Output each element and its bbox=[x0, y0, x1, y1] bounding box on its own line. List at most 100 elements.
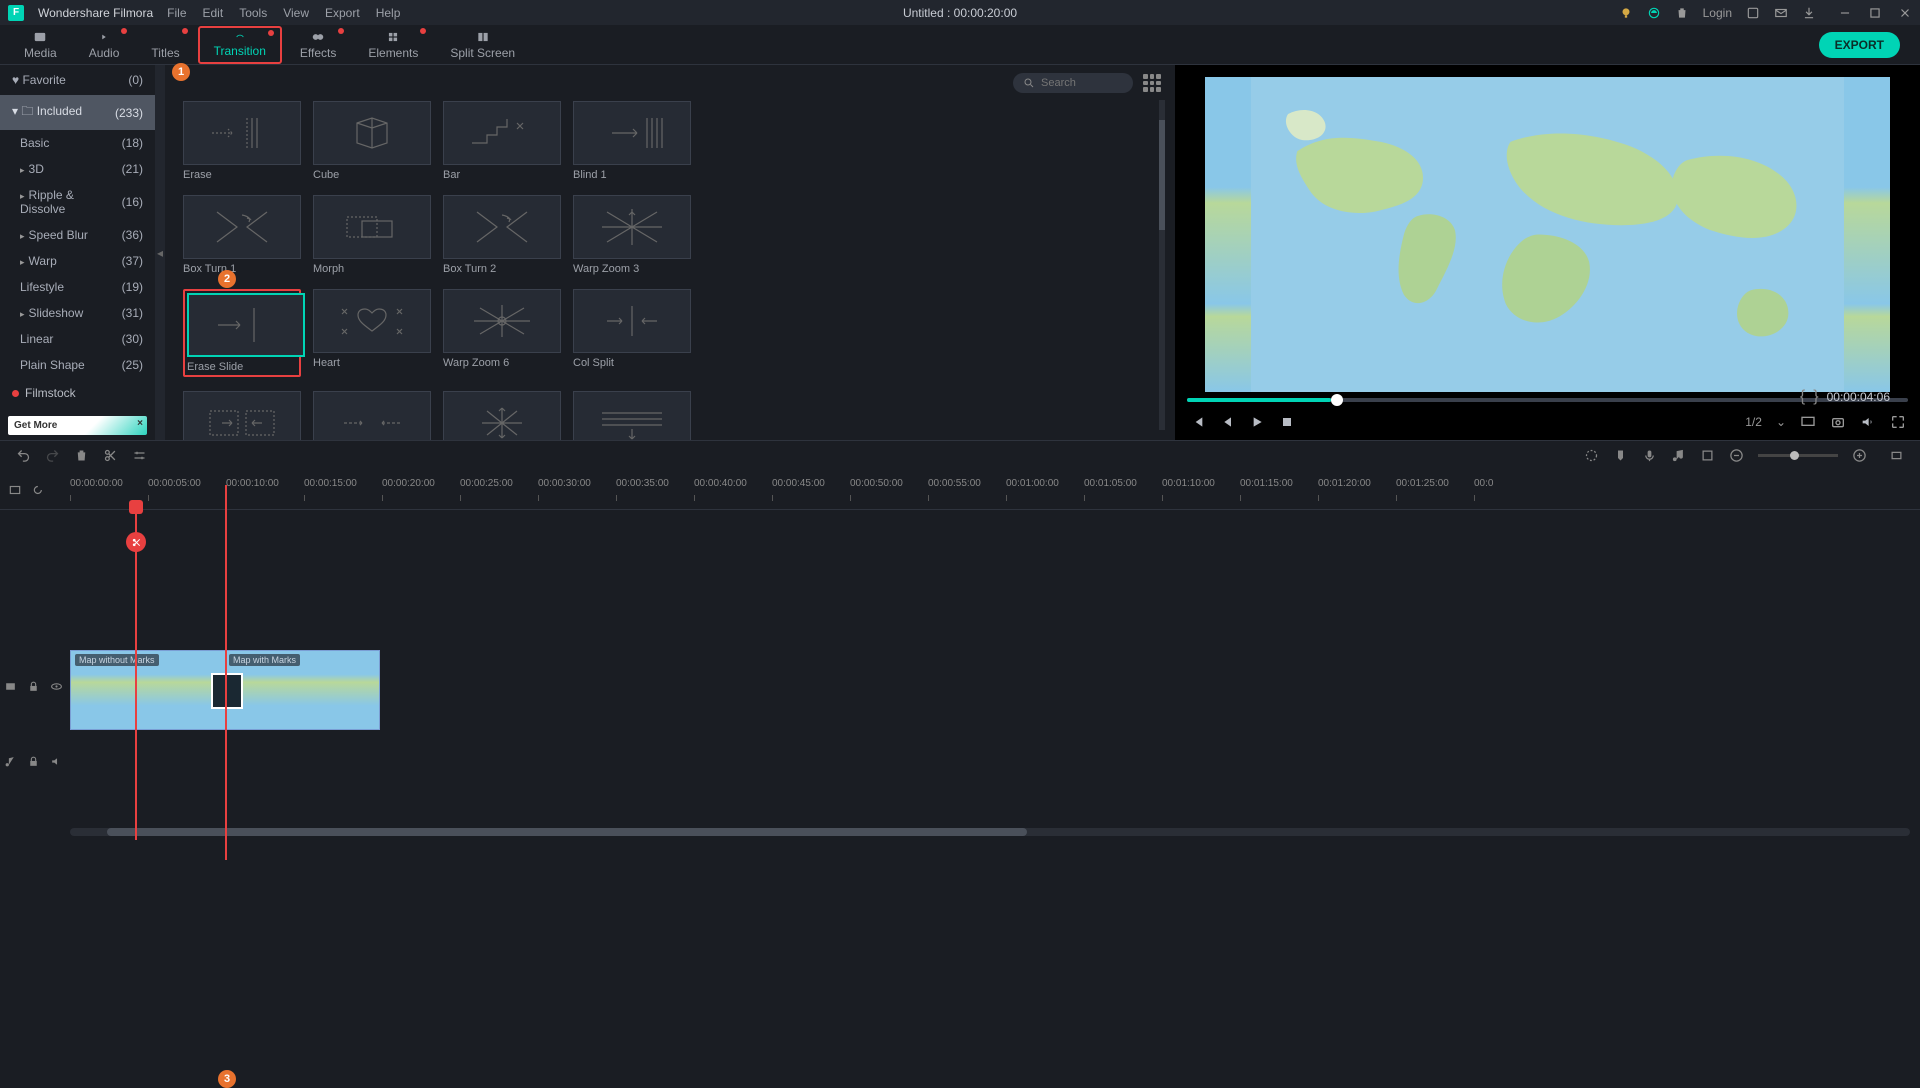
search-box[interactable] bbox=[1013, 73, 1133, 93]
export-button[interactable]: EXPORT bbox=[1819, 32, 1900, 58]
transition-extra-4[interactable] bbox=[573, 391, 691, 440]
transition-cube[interactable]: Cube bbox=[313, 101, 431, 181]
transition-morph[interactable]: Morph bbox=[313, 195, 431, 275]
sidebar-item-warp[interactable]: ▸Warp(37) bbox=[0, 248, 155, 274]
mail-icon[interactable] bbox=[1774, 6, 1788, 20]
timeline-ruler[interactable]: 00:00:00:0000:00:05:0000:00:10:0000:00:1… bbox=[0, 470, 1920, 510]
delete-icon[interactable] bbox=[74, 448, 89, 463]
video-preview[interactable] bbox=[1205, 77, 1890, 392]
stop-icon[interactable] bbox=[1279, 414, 1295, 430]
maximize-icon[interactable] bbox=[1868, 6, 1882, 20]
menu-tools[interactable]: Tools bbox=[239, 6, 267, 20]
tab-audio[interactable]: Audio bbox=[75, 26, 134, 64]
crop-icon[interactable] bbox=[1700, 448, 1715, 463]
save-icon[interactable] bbox=[1746, 6, 1760, 20]
transition-extra-2[interactable] bbox=[313, 391, 431, 440]
transition-erase[interactable]: Erase bbox=[183, 101, 301, 181]
clip-2[interactable]: Map with Marks bbox=[225, 651, 379, 729]
sidebar-item-ripple[interactable]: ▸Ripple & Dissolve(16) bbox=[0, 182, 155, 222]
transition-blind-1[interactable]: Blind 1 bbox=[573, 101, 691, 181]
speaker-icon[interactable] bbox=[50, 755, 63, 768]
transition-erase-slide[interactable]: Erase Slide bbox=[183, 289, 301, 377]
bracket-left-icon[interactable]: { bbox=[1800, 388, 1805, 406]
snapshot-icon[interactable] bbox=[1830, 414, 1846, 430]
menu-export[interactable]: Export bbox=[325, 6, 360, 20]
transition-warp-zoom-6[interactable]: Warp Zoom 6 bbox=[443, 289, 561, 377]
tab-effects[interactable]: Effects bbox=[286, 26, 350, 64]
zoom-slider[interactable] bbox=[1758, 454, 1838, 457]
sidebar-item-speed-blur[interactable]: ▸Speed Blur(36) bbox=[0, 222, 155, 248]
render-icon[interactable] bbox=[1584, 448, 1599, 463]
tab-elements[interactable]: Elements bbox=[354, 26, 432, 64]
timeline-tracks[interactable]: 3 Map without Marks Map with Marks bbox=[0, 510, 1920, 840]
fullscreen-icon[interactable] bbox=[1890, 414, 1906, 430]
transition-heart[interactable]: Heart bbox=[313, 289, 431, 377]
sidebar-item-plain-shape[interactable]: Plain Shape(25) bbox=[0, 352, 155, 378]
transition-extra-3[interactable] bbox=[443, 391, 561, 440]
transition-bar[interactable]: Bar bbox=[443, 101, 561, 181]
lock-icon[interactable] bbox=[27, 755, 40, 768]
menu-file[interactable]: File bbox=[167, 6, 186, 20]
sidebar-item-linear[interactable]: Linear(30) bbox=[0, 326, 155, 352]
promo-close-icon[interactable]: × bbox=[137, 418, 143, 429]
prev-frame-icon[interactable] bbox=[1189, 414, 1205, 430]
volume-icon[interactable] bbox=[1860, 414, 1876, 430]
close-icon[interactable] bbox=[1898, 6, 1912, 20]
transition-warp-zoom-3[interactable]: Warp Zoom 3 bbox=[573, 195, 691, 275]
music-icon[interactable] bbox=[1671, 448, 1686, 463]
transition-extra-1[interactable] bbox=[183, 391, 301, 440]
split-icon[interactable] bbox=[103, 448, 118, 463]
redo-icon[interactable] bbox=[45, 448, 60, 463]
menu-help[interactable]: Help bbox=[376, 6, 401, 20]
chevron-down-icon[interactable]: ⌄ bbox=[1776, 415, 1786, 429]
step-back-icon[interactable] bbox=[1219, 414, 1235, 430]
clip-1[interactable]: Map without Marks bbox=[71, 651, 225, 729]
zoom-out-icon[interactable] bbox=[1729, 448, 1744, 463]
tab-transition[interactable]: Transition bbox=[198, 26, 282, 64]
idea-icon[interactable] bbox=[1619, 6, 1633, 20]
trash-icon[interactable] bbox=[1675, 6, 1689, 20]
lock-icon[interactable] bbox=[27, 680, 40, 693]
eye-icon[interactable] bbox=[50, 680, 63, 693]
tab-media[interactable]: Media bbox=[10, 26, 71, 64]
undo-icon[interactable] bbox=[16, 448, 31, 463]
sidebar-item-basic[interactable]: Basic(18) bbox=[0, 130, 155, 156]
sidebar-filmstock[interactable]: Filmstock bbox=[0, 378, 155, 408]
support-icon[interactable] bbox=[1647, 6, 1661, 20]
voiceover-icon[interactable] bbox=[1642, 448, 1657, 463]
sidebar-item-3d[interactable]: ▸3D(21) bbox=[0, 156, 155, 182]
bracket-right-icon[interactable]: } bbox=[1813, 388, 1818, 406]
ruler-tool-2-icon[interactable] bbox=[32, 483, 46, 497]
playhead[interactable] bbox=[135, 510, 137, 840]
menu-view[interactable]: View bbox=[283, 6, 309, 20]
playhead-scissors-icon[interactable] bbox=[126, 532, 146, 552]
tab-titles[interactable]: Titles bbox=[137, 26, 193, 64]
sidebar-favorite[interactable]: ♥ Favorite(0) bbox=[0, 65, 155, 95]
view-grid-icon[interactable] bbox=[1143, 74, 1161, 92]
sidebar-item-slideshow[interactable]: ▸Slideshow(31) bbox=[0, 300, 155, 326]
zoom-in-icon[interactable] bbox=[1852, 448, 1867, 463]
play-icon[interactable] bbox=[1249, 414, 1265, 430]
timeline-hscroll[interactable] bbox=[70, 828, 1910, 836]
login-button[interactable]: Login bbox=[1703, 6, 1732, 20]
transition-col-split[interactable]: Col Split bbox=[573, 289, 691, 377]
download-icon[interactable] bbox=[1802, 6, 1816, 20]
tab-split-screen[interactable]: Split Screen bbox=[436, 26, 529, 64]
menu-edit[interactable]: Edit bbox=[203, 6, 224, 20]
transition-on-timeline[interactable] bbox=[211, 673, 243, 709]
audio-label-icon[interactable] bbox=[4, 755, 17, 768]
adjust-icon[interactable] bbox=[132, 448, 147, 463]
search-input[interactable] bbox=[1041, 77, 1121, 89]
zoom-level[interactable]: 1/2 bbox=[1745, 415, 1762, 429]
marker-icon[interactable] bbox=[1613, 448, 1628, 463]
sidebar-item-lifestyle[interactable]: Lifestyle(19) bbox=[0, 274, 155, 300]
track-label-icon[interactable] bbox=[4, 680, 17, 693]
panel-scrollbar[interactable] bbox=[1159, 100, 1165, 430]
sidebar-collapse-handle[interactable]: ◂ bbox=[155, 65, 165, 440]
promo-banner[interactable]: ×Get More bbox=[8, 416, 147, 435]
ruler-tool-1-icon[interactable] bbox=[8, 483, 22, 497]
sidebar-included[interactable]: ▾ 🗀 Included(233) bbox=[0, 95, 155, 130]
fit-icon[interactable] bbox=[1889, 448, 1904, 463]
display-icon[interactable] bbox=[1800, 414, 1816, 430]
transition-box-turn-2[interactable]: Box Turn 2 bbox=[443, 195, 561, 275]
